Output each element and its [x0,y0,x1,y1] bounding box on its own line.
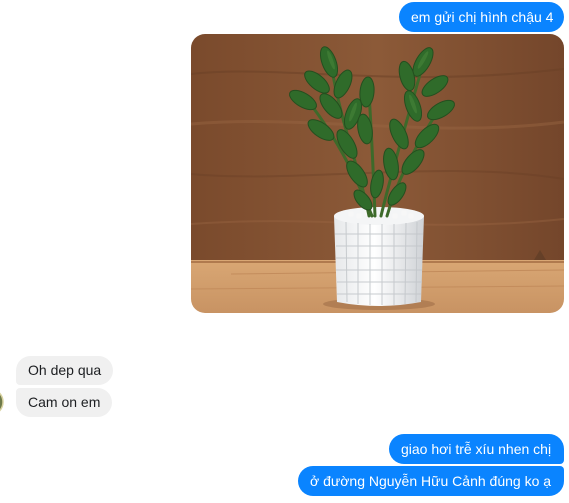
message-text: em gửi chị hình chậu 4 [411,9,554,25]
message-text: ở đường Nguyễn Hữu Cảnh đúng ko ạ [310,473,552,489]
outgoing-message-bubble[interactable]: giao hơi trễ xíu nhen chị [389,434,564,464]
incoming-message-bubble[interactable]: Oh dep qua [16,356,113,385]
incoming-message-bubble[interactable]: Cam on em [16,388,112,417]
message-text: giao hơi trễ xíu nhen chị [401,441,552,457]
outgoing-message-bubble[interactable]: em gửi chị hình chậu 4 [399,2,564,32]
outgoing-message-bubble[interactable]: ở đường Nguyễn Hữu Cảnh đúng ko ạ [298,466,564,496]
contact-avatar[interactable] [0,388,8,416]
message-text: Oh dep qua [28,362,102,378]
message-text: Cam on em [28,394,101,410]
plant-photo-attachment[interactable] [191,34,564,313]
